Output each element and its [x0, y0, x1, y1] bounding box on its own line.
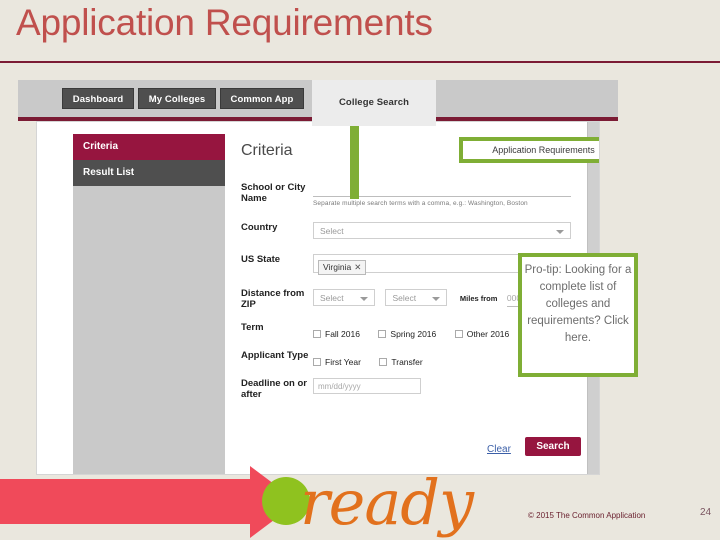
criteria-heading: Criteria [241, 142, 293, 159]
title-divider [0, 61, 720, 63]
applicant-type-first-year[interactable]: First Year [313, 357, 361, 367]
checkbox-icon[interactable] [379, 358, 388, 366]
field-label-us-state: US State [241, 254, 281, 265]
country-select-value: Select [320, 226, 344, 236]
applicant-type-label: First Year [325, 357, 361, 367]
sidebar-item-criteria[interactable]: Criteria [73, 134, 225, 160]
field-control-deadline: mm/dd/yyyy [313, 378, 421, 394]
checkbox-icon[interactable] [313, 358, 321, 366]
tab-my-colleges[interactable]: My Colleges [138, 88, 216, 109]
page-title: Application Requirements [16, 2, 433, 43]
checkbox-icon[interactable] [454, 330, 463, 338]
us-state-chip[interactable]: Virginia ✕ [318, 260, 367, 275]
applicant-type-transfer[interactable]: Transfer [379, 357, 423, 367]
distance-select-2[interactable]: Select [385, 289, 448, 306]
browser-tabstrip: Dashboard My Colleges Common App College… [18, 80, 618, 126]
tab-college-search[interactable]: College Search [312, 80, 436, 126]
search-button[interactable]: Search [525, 437, 581, 456]
field-label-deadline: Deadline on or after [241, 378, 307, 400]
chip-remove-icon[interactable]: ✕ [354, 262, 361, 272]
school-or-city-hint: Separate multiple search terms with a co… [313, 200, 528, 207]
field-control-country: Select [313, 222, 571, 239]
pro-tip-callout: Pro-tip: Looking for a complete list of … [518, 253, 638, 377]
field-label-applicant-type: Applicant Type [241, 350, 309, 361]
sidebar-item-result-list[interactable]: Result List [73, 160, 225, 186]
field-label-distance-from-zip: Distance from ZIP [241, 288, 305, 310]
term-option-label: Fall 2016 [325, 329, 360, 339]
chevron-down-icon [556, 230, 564, 234]
deadline-date-input[interactable]: mm/dd/yyyy [313, 378, 421, 394]
distance-select-1-value: Select [320, 293, 344, 303]
distance-select-2-value: Select [392, 293, 417, 303]
checkbox-icon[interactable] [378, 330, 387, 338]
label-text: School or City Name [241, 182, 306, 204]
country-select[interactable]: Select [313, 222, 571, 239]
term-option-label: Spring 2016 [390, 329, 437, 339]
chip-label: Virginia [323, 262, 352, 272]
application-requirements-button[interactable]: Application Requirements [465, 142, 599, 158]
ready-wordmark: ready [300, 466, 474, 539]
ready-arrow-shaft [0, 479, 265, 524]
term-option-label: Other 2016 [466, 329, 510, 339]
clear-link[interactable]: Clear [487, 444, 511, 455]
tab-common-app[interactable]: Common App [220, 88, 304, 109]
chevron-down-icon [432, 297, 441, 301]
field-label-school-or-city: School or City Name [241, 182, 309, 204]
field-label-term: Term [241, 322, 264, 333]
page-number: 24 [700, 507, 712, 518]
distance-select-1[interactable]: Select [313, 289, 375, 306]
term-option-other[interactable]: Other 2016 [454, 329, 510, 339]
browser-content-area: Criteria Result List Criteria Applicatio… [36, 121, 600, 475]
applicant-type-label: Transfer [391, 357, 423, 367]
tab-dashboard[interactable]: Dashboard [62, 88, 134, 109]
miles-from-label: Miles from [459, 294, 498, 303]
copyright-text: © 2015 The Common Application [528, 511, 646, 520]
sidebar: Criteria Result List [73, 134, 225, 474]
field-label-country: Country [241, 222, 278, 233]
term-option-spring[interactable]: Spring 2016 [378, 329, 436, 339]
checkbox-icon[interactable] [313, 330, 321, 338]
field-control-applicant-type: First Year Transfer [313, 352, 437, 370]
field-control-term: Fall 2016 Spring 2016 Other 2016 [313, 324, 523, 342]
chevron-down-icon [360, 297, 368, 301]
term-option-fall[interactable]: Fall 2016 [313, 329, 360, 339]
